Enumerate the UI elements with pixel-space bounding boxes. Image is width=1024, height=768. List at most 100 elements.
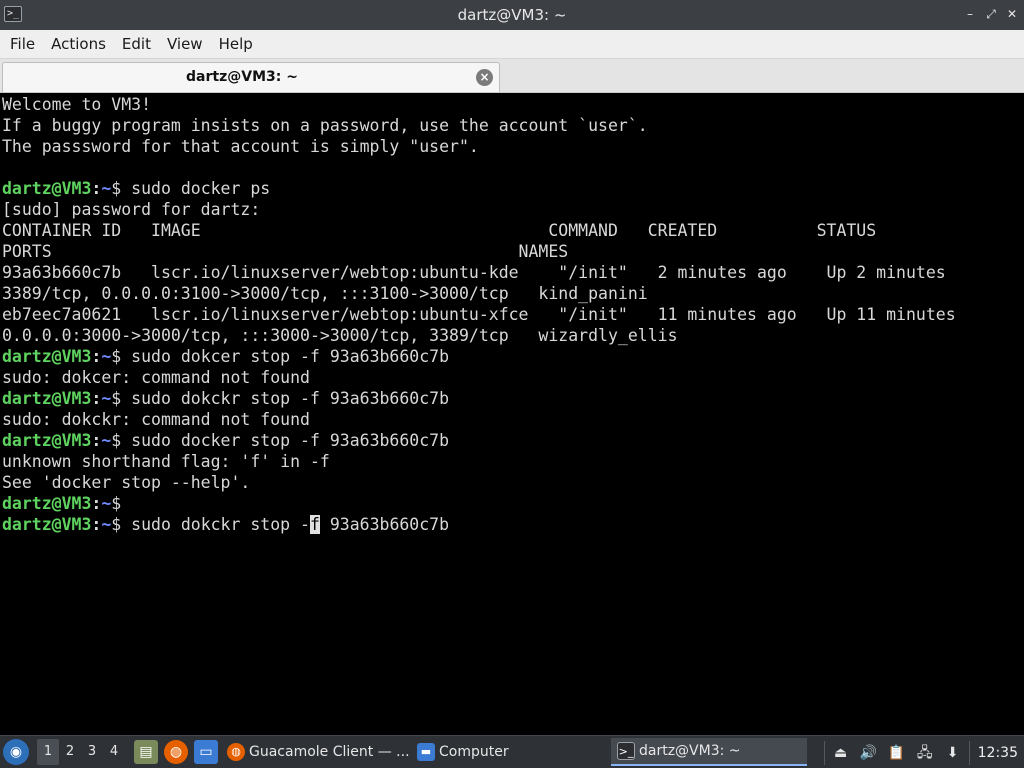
tab-close-icon[interactable]: ×: [476, 69, 493, 86]
text-cursor: f: [309, 515, 320, 534]
task-terminal[interactable]: >_ dartz@VM3: ~: [611, 738, 807, 766]
minimize-icon[interactable]: –: [962, 6, 978, 22]
prompt-path: ~: [101, 431, 112, 450]
terminal-output-line: Welcome to VM3!: [2, 94, 1010, 115]
desktop-icon[interactable]: ▭: [194, 740, 218, 764]
prompt-separator: :: [91, 179, 102, 198]
terminal-output-line: CONTAINER ID IMAGE COMMAND CREATED STATU…: [2, 220, 1010, 241]
terminal-output-line: See 'docker stop --help'.: [2, 472, 1010, 493]
terminal-output-line: PORTS NAMES: [2, 241, 1010, 262]
prompt-user: dartz@VM3: [2, 347, 92, 366]
terminal-icon: >_: [617, 742, 635, 760]
tab-bar: dartz@VM3: ~ ×: [0, 59, 1024, 93]
command-text: sudo dokcer stop -f 93a63b660c7b: [131, 347, 450, 366]
menu-help[interactable]: Help: [213, 35, 259, 53]
taskbar: ◉ 1 2 3 4 ▤ ◍ ▭ ◍ Guacamole Client — ...…: [0, 735, 1024, 768]
tab-terminal[interactable]: dartz@VM3: ~ ×: [2, 62, 500, 92]
prompt-user: dartz@VM3: [2, 494, 92, 513]
prompt-user: dartz@VM3: [2, 431, 92, 450]
menu-edit[interactable]: Edit: [116, 35, 157, 53]
prompt-path: ~: [101, 179, 112, 198]
output-text: PORTS NAMES: [2, 242, 569, 261]
prompt-separator: :: [91, 389, 102, 408]
task-label: dartz@VM3: ~: [639, 743, 741, 759]
update-icon[interactable]: ⬇: [943, 743, 963, 763]
output-text: eb7eec7a0621 lscr.io/linuxserver/webtop:…: [2, 305, 956, 324]
prompt-user: dartz@VM3: [2, 179, 92, 198]
task-guacamole[interactable]: ◍ Guacamole Client — ...: [221, 738, 411, 766]
output-text: If a buggy program insists on a password…: [2, 116, 648, 135]
restore-icon[interactable]: ⤢: [983, 6, 999, 22]
terminal-prompt-line: dartz@VM3:~$ sudo docker ps: [2, 178, 1010, 199]
terminal-output-line: [sudo] password for dartz:: [2, 199, 1010, 220]
terminal-output-line: If a buggy program insists on a password…: [2, 115, 1010, 136]
output-text: Welcome to VM3!: [2, 95, 152, 114]
prompt-separator: :: [91, 431, 102, 450]
terminal-output-line: eb7eec7a0621 lscr.io/linuxserver/webtop:…: [2, 304, 1010, 325]
workspace-4[interactable]: 4: [103, 739, 125, 765]
clipboard-icon[interactable]: 📋: [887, 743, 907, 763]
menu-view[interactable]: View: [161, 35, 209, 53]
output-text: sudo: dokckr: command not found: [2, 410, 310, 429]
eject-icon[interactable]: ⏏: [831, 743, 851, 763]
menu-actions[interactable]: Actions: [45, 35, 112, 53]
terminal-app-icon[interactable]: >_: [4, 6, 22, 22]
terminal-output-line: The passsword for that account is simply…: [2, 136, 1010, 157]
volume-icon[interactable]: 🔊: [859, 743, 879, 763]
clock[interactable]: 12:35: [972, 745, 1024, 761]
output-text: [sudo] password for dartz:: [2, 200, 261, 219]
task-computer[interactable]: ▬ Computer: [411, 738, 611, 766]
terminal-prompt-line: dartz@VM3:~$ sudo dokcer stop -f 93a63b6…: [2, 346, 1010, 367]
network-icon[interactable]: 🖧: [915, 743, 935, 763]
prompt-separator: :: [91, 347, 102, 366]
output-text: 0.0.0.0:3000->3000/tcp, :::3000->3000/tc…: [2, 326, 678, 345]
prompt-path: ~: [101, 494, 112, 513]
firefox-icon[interactable]: ◍: [164, 740, 188, 764]
terminal-output-line: 0.0.0.0:3000->3000/tcp, :::3000->3000/tc…: [2, 325, 1010, 346]
start-menu-icon[interactable]: ◉: [3, 739, 29, 765]
output-text: CONTAINER ID IMAGE COMMAND CREATED STATU…: [2, 221, 877, 240]
command-text: sudo dokckr stop -f 93a63b660c7b: [131, 389, 450, 408]
prompt-user: dartz@VM3: [2, 389, 92, 408]
prompt-path: ~: [101, 515, 112, 534]
window-titlebar: >_ dartz@VM3: ~ – ⤢ ✕: [0, 0, 1024, 30]
files-icon[interactable]: ▤: [134, 740, 158, 764]
command-text: sudo docker stop -f 93a63b660c7b: [131, 431, 450, 450]
prompt-symbol: $: [111, 347, 132, 366]
tray-separator: [968, 740, 970, 765]
prompt-symbol: $: [111, 389, 132, 408]
prompt-separator: :: [91, 494, 102, 513]
terminal-output-line: sudo: dokcer: command not found: [2, 367, 1010, 388]
terminal-output-line: unknown shorthand flag: 'f' in -f: [2, 451, 1010, 472]
terminal-output[interactable]: Welcome to VM3! If a buggy program insist…: [0, 93, 1024, 735]
prompt-symbol: $: [111, 431, 132, 450]
menu-file[interactable]: File: [4, 35, 41, 53]
output-text: See 'docker stop --help'.: [2, 473, 251, 492]
output-text: sudo: dokcer: command not found: [2, 368, 310, 387]
terminal-output-line: 3389/tcp, 0.0.0.0:3100->3000/tcp, :::310…: [2, 283, 1010, 304]
terminal-output-line: 93a63b660c7b lscr.io/linuxserver/webtop:…: [2, 262, 1010, 283]
terminal-lines: Welcome to VM3! If a buggy program insist…: [2, 94, 1010, 535]
workspace-3[interactable]: 3: [81, 739, 103, 765]
task-label: Computer: [439, 744, 509, 760]
terminal-prompt-line: dartz@VM3:~$: [2, 493, 1010, 514]
prompt-symbol: $: [111, 515, 132, 534]
output-text: 3389/tcp, 0.0.0.0:3100->3000/tcp, :::310…: [2, 284, 648, 303]
prompt-symbol: $: [111, 179, 132, 198]
workspace-2[interactable]: 2: [59, 739, 81, 765]
terminal-output-line: sudo: dokckr: command not found: [2, 409, 1010, 430]
output-text: unknown shorthand flag: 'f' in -f: [2, 452, 330, 471]
output-text: The passsword for that account is simply…: [2, 137, 479, 156]
task-label: Guacamole Client — ...: [249, 744, 410, 760]
system-tray: ⏏ 🔊 📋 🖧 ⬇ 12:35: [822, 736, 1024, 768]
close-icon[interactable]: ✕: [1004, 6, 1020, 22]
firefox-icon: ◍: [227, 743, 245, 761]
terminal-scrollbar[interactable]: [1014, 95, 1022, 731]
prompt-user: dartz@VM3: [2, 515, 92, 534]
prompt-symbol: $: [111, 494, 132, 513]
terminal-prompt-line: dartz@VM3:~$ sudo docker stop -f 93a63b6…: [2, 430, 1010, 451]
terminal-prompt-line: dartz@VM3:~$ sudo dokckr stop -f 93a63b6…: [2, 514, 1010, 535]
workspace-1[interactable]: 1: [37, 739, 59, 765]
window-title: dartz@VM3: ~: [457, 6, 567, 24]
